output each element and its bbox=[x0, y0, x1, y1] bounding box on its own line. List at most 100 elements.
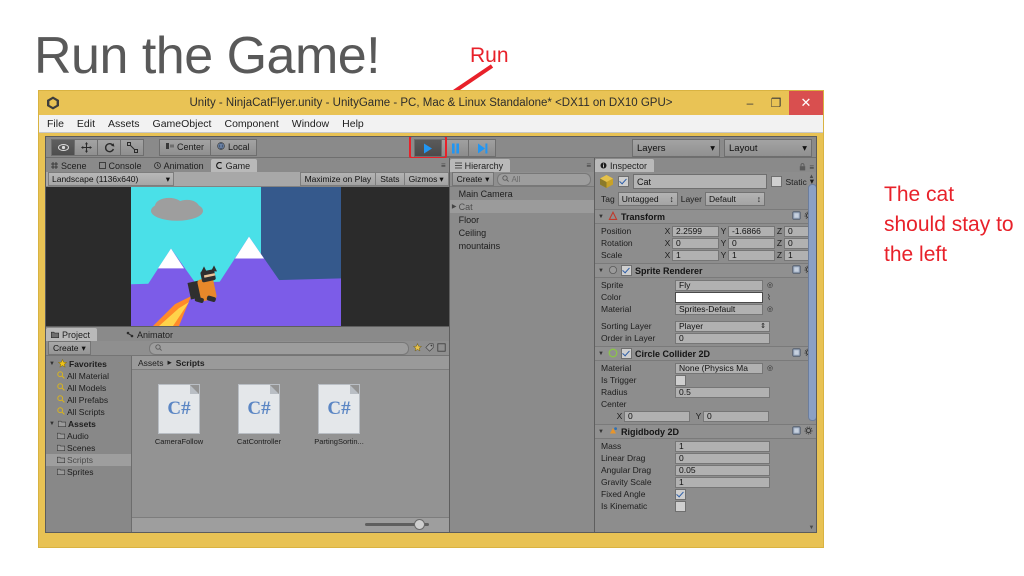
project-tree-item-scenes[interactable]: Scenes bbox=[46, 442, 131, 454]
maximize-on-play-button[interactable]: Maximize on Play bbox=[299, 172, 377, 186]
tag-dropdown[interactable]: Untagged ↕ bbox=[617, 192, 678, 206]
breadcrumb-scripts[interactable]: Scripts bbox=[176, 358, 205, 368]
pane-menu-icon[interactable]: ≡ bbox=[586, 161, 591, 170]
tab-scene[interactable]: Scene bbox=[46, 159, 94, 172]
foldout-icon[interactable]: ▼ bbox=[49, 361, 56, 367]
hand-tool-icon[interactable] bbox=[51, 138, 75, 156]
filter-tag-icon[interactable] bbox=[425, 339, 434, 357]
color-swatch[interactable] bbox=[675, 291, 763, 303]
object-field[interactable]: Fly bbox=[675, 279, 763, 291]
stats-button[interactable]: Stats bbox=[375, 172, 405, 186]
project-tree-item-audio[interactable]: Audio bbox=[46, 430, 131, 442]
tab-animator[interactable]: Animator bbox=[121, 328, 181, 341]
hierarchy-item-main-camera[interactable]: Main Camera bbox=[450, 187, 594, 200]
hierarchy-create-button[interactable]: Create ▾ bbox=[451, 172, 495, 186]
tab-game[interactable]: Game bbox=[210, 159, 258, 172]
field-y[interactable]: 0 bbox=[703, 410, 769, 422]
property-checkbox[interactable] bbox=[675, 488, 686, 500]
text-field[interactable]: 1 bbox=[675, 476, 770, 488]
component-header-transform[interactable]: ▼ Transform bbox=[595, 209, 816, 224]
maximize-button[interactable]: ❐ bbox=[763, 91, 789, 115]
project-tree-item-all-material[interactable]: All Material bbox=[46, 370, 131, 382]
close-button[interactable]: ✕ bbox=[789, 91, 823, 115]
tab-inspector[interactable]: Inspector bbox=[595, 159, 655, 172]
project-search-input[interactable] bbox=[148, 341, 409, 355]
foldout-icon[interactable]: ▼ bbox=[49, 421, 56, 427]
tab-hierarchy[interactable]: Hierarchy bbox=[449, 159, 511, 172]
text-field[interactable]: 0 bbox=[675, 452, 770, 464]
hierarchy-item-ceiling[interactable]: Ceiling bbox=[450, 226, 594, 239]
menu-edit[interactable]: Edit bbox=[77, 118, 95, 130]
scale-tool-icon[interactable] bbox=[120, 138, 144, 156]
gizmos-button[interactable]: Gizmos ▾ bbox=[403, 172, 449, 186]
asset-item[interactable]: C# PartingSortin... bbox=[310, 384, 368, 517]
project-tree-item-all-prefabs[interactable]: All Prefabs bbox=[46, 394, 131, 406]
property-checkbox[interactable] bbox=[675, 500, 686, 512]
space-toggle-button[interactable]: Local bbox=[210, 138, 257, 156]
hierarchy-item-cat[interactable]: ▶ Cat bbox=[449, 200, 594, 213]
object-picker-icon[interactable]: ◎ bbox=[767, 364, 773, 372]
rotate-tool-icon[interactable] bbox=[97, 138, 121, 156]
text-field[interactable]: 0.05 bbox=[675, 464, 770, 476]
menu-file[interactable]: File bbox=[47, 118, 64, 130]
foldout-icon[interactable]: ▼ bbox=[598, 268, 605, 274]
property-checkbox[interactable] bbox=[675, 374, 686, 386]
menu-window[interactable]: Window bbox=[292, 118, 329, 130]
layers-dropdown[interactable]: Layers ▾ bbox=[632, 139, 720, 157]
text-field[interactable]: 1 bbox=[675, 440, 770, 452]
static-checkbox[interactable] bbox=[771, 176, 783, 187]
layout-dropdown[interactable]: Layout ▾ bbox=[724, 139, 812, 157]
object-enabled-checkbox[interactable] bbox=[618, 176, 629, 187]
breadcrumb-assets[interactable]: Assets bbox=[138, 358, 164, 368]
aspect-ratio-dropdown[interactable]: Landscape (1136x640) ▾ bbox=[48, 172, 174, 186]
object-field[interactable]: Sprites-Default bbox=[675, 303, 763, 315]
game-render-canvas[interactable] bbox=[46, 187, 449, 326]
project-tree-item-sprites[interactable]: Sprites bbox=[46, 466, 131, 478]
project-tree-item-favorites[interactable]: ▼ Favorites bbox=[46, 358, 131, 370]
tab-animation[interactable]: Animation bbox=[148, 159, 211, 172]
foldout-icon[interactable]: ▼ bbox=[598, 351, 605, 357]
foldout-icon[interactable]: ▼ bbox=[598, 214, 605, 220]
asset-item[interactable]: C# CatController bbox=[230, 384, 288, 517]
component-enabled-checkbox[interactable] bbox=[621, 348, 632, 359]
object-picker-icon[interactable]: ◎ bbox=[767, 281, 773, 289]
pane-menu-icon[interactable]: ≡ bbox=[809, 163, 814, 172]
minimize-button[interactable]: – bbox=[737, 91, 763, 115]
project-create-button[interactable]: Create ▾ bbox=[48, 341, 91, 355]
field-x[interactable]: 0 bbox=[672, 237, 719, 249]
menu-help[interactable]: Help bbox=[342, 118, 364, 130]
hierarchy-search-input[interactable]: All bbox=[497, 172, 591, 186]
field-x[interactable]: 2.2599 bbox=[672, 225, 719, 237]
filter-star-icon[interactable] bbox=[412, 339, 422, 357]
reference-icon[interactable] bbox=[792, 265, 801, 276]
object-field[interactable]: None (Physics Ma bbox=[675, 362, 763, 374]
scroll-up-icon[interactable]: ▲ bbox=[808, 174, 815, 180]
tab-project[interactable]: Project bbox=[46, 328, 98, 341]
eyedropper-icon[interactable]: ⌇ bbox=[767, 293, 771, 302]
hierarchy-item-floor[interactable]: Floor bbox=[450, 213, 594, 226]
component-header-circle-collider-2d[interactable]: ▼ Circle Collider 2D bbox=[595, 346, 816, 361]
object-picker-icon[interactable]: ◎ bbox=[767, 305, 773, 313]
expand-arrow-icon[interactable]: ▶ bbox=[450, 203, 459, 210]
component-header-rigidbody-2d[interactable]: ▼ Rigidbody 2D bbox=[595, 424, 816, 439]
project-tree-item-scripts[interactable]: Scripts bbox=[46, 454, 131, 466]
project-tree-item-assets[interactable]: ▼ Assets bbox=[46, 418, 131, 430]
project-tree-item-all-scripts[interactable]: All Scripts bbox=[46, 406, 131, 418]
field-y[interactable]: 1 bbox=[728, 249, 775, 261]
tab-console[interactable]: Console bbox=[93, 159, 149, 172]
menu-assets[interactable]: Assets bbox=[108, 118, 140, 130]
asset-item[interactable]: C# CameraFollow bbox=[150, 384, 208, 517]
step-button[interactable] bbox=[468, 139, 496, 157]
field-y[interactable]: 0 bbox=[728, 237, 775, 249]
text-field[interactable]: 0 bbox=[675, 332, 770, 344]
select-field[interactable]: Player ⇕ bbox=[675, 320, 770, 332]
menu-component[interactable]: Component bbox=[224, 118, 278, 130]
field-y[interactable]: -1.6866 bbox=[728, 225, 775, 237]
hierarchy-item-mountains[interactable]: mountains bbox=[450, 239, 594, 252]
field-x[interactable]: 1 bbox=[672, 249, 719, 261]
reference-icon[interactable] bbox=[792, 211, 801, 222]
inspector-scrollbar-thumb[interactable] bbox=[808, 184, 816, 421]
pane-menu-icon[interactable]: ≡ bbox=[441, 161, 446, 170]
move-tool-icon[interactable] bbox=[74, 138, 98, 156]
object-name-field[interactable]: Cat bbox=[633, 174, 768, 189]
